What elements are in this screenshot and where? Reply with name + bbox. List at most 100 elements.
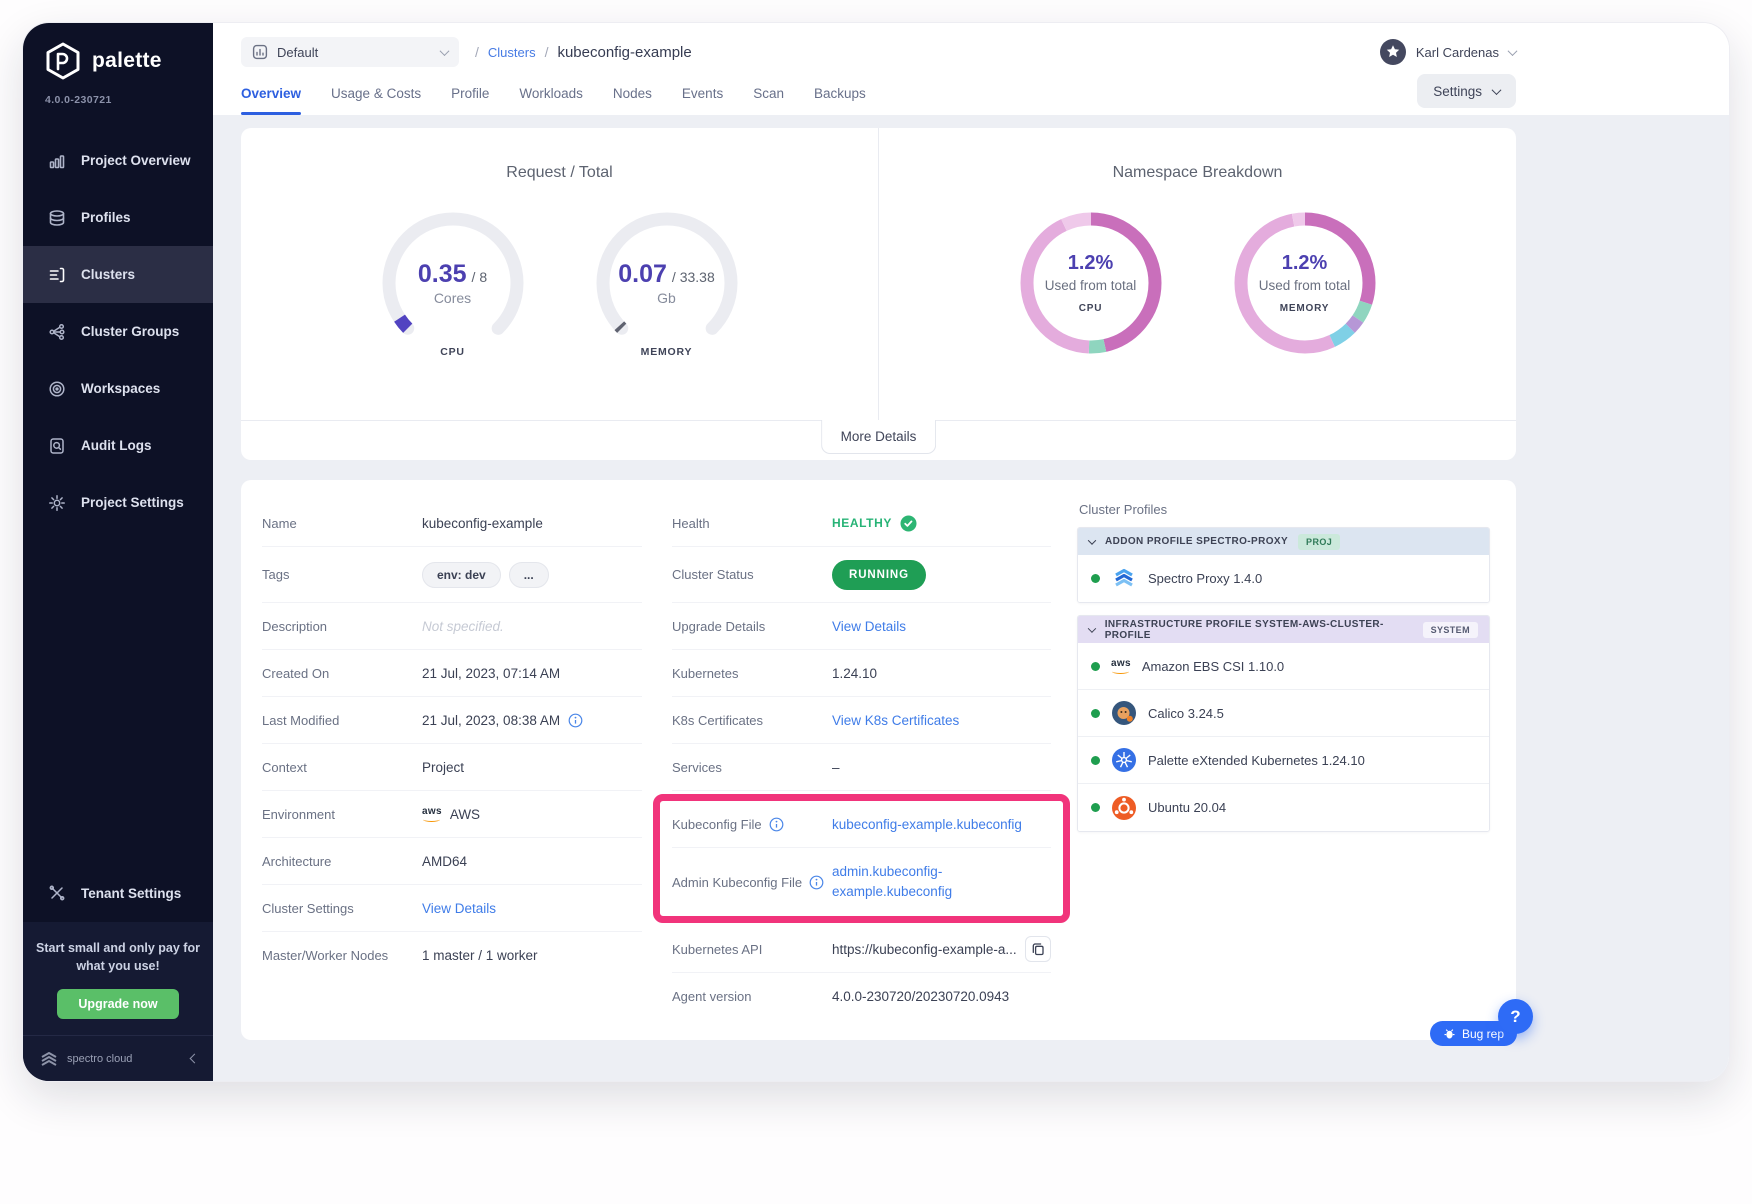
detail-label: Cluster Settings	[262, 901, 422, 916]
memory-gauge: 0.07 / 33.38 Gb MEMORY	[592, 208, 742, 358]
tab-overview[interactable]: Overview	[241, 86, 301, 115]
detail-label: Name	[262, 516, 422, 531]
pack-status-dot	[1091, 574, 1100, 583]
cluster-list-icon	[48, 266, 66, 284]
sidebar-item-label: Cluster Groups	[81, 324, 179, 339]
detail-row-upgrade-details: Upgrade Details View Details	[672, 603, 1051, 650]
gauges-row: 0.35 / 8 Cores CPU	[378, 208, 742, 358]
info-icon[interactable]	[809, 875, 824, 890]
project-selector[interactable]: Default	[241, 37, 459, 67]
gauge-center: 0.07 / 33.38 Gb	[592, 208, 742, 358]
detail-value: 1.24.10	[832, 666, 877, 681]
pack-name: Palette eXtended Kubernetes 1.24.10	[1148, 753, 1365, 768]
detail-row-health: Health HEALTHY	[672, 500, 1051, 547]
gauge-total: / 33.38	[672, 269, 715, 285]
bar-chart-icon	[48, 152, 66, 170]
brand-name: palette	[92, 49, 162, 73]
detail-label: Last Modified	[262, 713, 422, 728]
help-button[interactable]: ?	[1498, 999, 1533, 1034]
breadcrumb-separator: /	[475, 44, 479, 60]
user-menu[interactable]: Karl Cardenas	[1380, 39, 1516, 65]
sidebar-nav: Project Overview Profiles Clusters	[23, 132, 213, 531]
upgrade-details-link[interactable]: View Details	[832, 619, 906, 634]
gauge-label: MEMORY	[592, 346, 742, 358]
tab-workloads[interactable]: Workloads	[519, 86, 583, 115]
tab-scan[interactable]: Scan	[753, 86, 784, 115]
profile-pack-ubuntu[interactable]: Ubuntu 20.04	[1078, 784, 1489, 831]
tab-events[interactable]: Events	[682, 86, 723, 115]
tags-list: env: dev ...	[422, 562, 549, 588]
user-star-avatar-icon	[1380, 39, 1406, 65]
namespace-breakdown-panel: Namespace Breakdown	[879, 128, 1516, 420]
sidebar-item-project-settings[interactable]: Project Settings	[23, 474, 213, 531]
detail-row-cluster-settings: Cluster Settings View Details	[262, 885, 642, 932]
aws-logo-icon: aws	[422, 807, 442, 822]
sidebar-item-clusters[interactable]: Clusters	[23, 246, 213, 303]
detail-label: Created On	[262, 666, 422, 681]
chevron-down-icon	[1088, 536, 1096, 544]
database-icon	[48, 209, 66, 227]
request-total-panel: Request / Total 0.35	[241, 128, 879, 420]
detail-label: Cluster Status	[672, 567, 832, 582]
gauge-label: CPU	[378, 346, 528, 358]
sidebar-item-cluster-groups[interactable]: Cluster Groups	[23, 303, 213, 360]
tab-backups[interactable]: Backups	[814, 86, 866, 115]
tab-nodes[interactable]: Nodes	[613, 86, 652, 115]
admin-kubeconfig-file-link[interactable]: admin.kubeconfig-example.kubeconfig	[832, 862, 987, 903]
detail-value-wrap: https://kubeconfig-example-a...	[832, 936, 1051, 962]
collapse-sidebar-icon[interactable]	[190, 1054, 200, 1064]
tools-icon	[48, 884, 66, 902]
detail-row-context: Context Project	[262, 744, 642, 791]
sidebar-item-workspaces[interactable]: Workspaces	[23, 360, 213, 417]
upgrade-promo: Start small and only pay for what you us…	[23, 922, 213, 1036]
info-icon[interactable]	[769, 817, 784, 832]
addon-profile-header[interactable]: ADDON PROFILE SPECTRO-PROXY PROJ	[1078, 528, 1489, 555]
kubeconfig-file-link[interactable]: kubeconfig-example.kubeconfig	[832, 817, 1022, 832]
tab-profile[interactable]: Profile	[451, 86, 489, 115]
detail-label: Description	[262, 619, 422, 634]
detail-label: Kubeconfig File	[672, 817, 762, 832]
settings-button[interactable]: Settings	[1417, 74, 1516, 108]
chevron-down-icon	[1492, 85, 1502, 95]
tags-more-button[interactable]: ...	[509, 562, 549, 588]
sidebar-item-audit-logs[interactable]: Audit Logs	[23, 417, 213, 474]
detail-value: AMD64	[422, 854, 467, 869]
sidebar-item-project-overview[interactable]: Project Overview	[23, 132, 213, 189]
profile-pack-palette-extended-kubernetes[interactable]: Palette eXtended Kubernetes 1.24.10	[1078, 737, 1489, 784]
details-column-middle: Health HEALTHY Cluster Status	[672, 500, 1077, 1030]
detail-row-description: Description Not specified.	[262, 603, 642, 650]
sidebar-item-profiles[interactable]: Profiles	[23, 189, 213, 246]
profile-pack-amazon-ebs-csi[interactable]: aws Amazon EBS CSI 1.10.0	[1078, 643, 1489, 690]
profile-pack-spectro-proxy[interactable]: Spectro Proxy 1.4.0	[1078, 555, 1489, 602]
sidebar-item-label: Project Overview	[81, 153, 191, 168]
detail-row-environment: Environment aws AWS	[262, 791, 642, 838]
breadcrumb-clusters-link[interactable]: Clusters	[488, 45, 536, 60]
detail-row-kubernetes-api: Kubernetes API https://kubeconfig-exampl…	[672, 926, 1051, 973]
upgrade-now-button[interactable]: Upgrade now	[57, 989, 178, 1019]
detail-row-services: Services –	[672, 744, 1051, 791]
donut-center: 1.2% Used from total MEMORY	[1230, 208, 1380, 358]
sidebar-item-tenant-settings[interactable]: Tenant Settings	[23, 865, 213, 922]
profile-pack-calico[interactable]: Calico 3.24.5	[1078, 690, 1489, 737]
infrastructure-profile-header[interactable]: INFRASTRUCTURE PROFILE SYSTEM-AWS-CLUSTE…	[1078, 616, 1489, 643]
gauge-value: 0.35	[418, 260, 467, 289]
sidebar-item-label: Profiles	[81, 210, 131, 225]
detail-label-wrap: Kubeconfig File	[672, 817, 832, 832]
view-k8s-certificates-link[interactable]: View K8s Certificates	[832, 713, 959, 728]
chevron-down-icon	[1088, 624, 1096, 632]
pack-status-dot	[1091, 803, 1100, 812]
donut-percent: 1.2%	[1068, 252, 1114, 275]
sidebar: palette 4.0.0-230721 Project Overview	[23, 23, 213, 1081]
more-details-button[interactable]: More Details	[821, 420, 937, 454]
copy-button[interactable]	[1025, 936, 1051, 962]
view-details-link[interactable]: View Details	[422, 901, 496, 916]
detail-row-kubeconfig-file: Kubeconfig File kubeconfig-example.kubec…	[672, 801, 1051, 848]
info-icon[interactable]	[568, 713, 583, 728]
chevron-down-icon	[440, 46, 450, 56]
memory-namespace-donut: 1.2% Used from total MEMORY	[1230, 208, 1380, 358]
cluster-status-badge[interactable]: RUNNING	[832, 560, 926, 590]
tab-usage-costs[interactable]: Usage & Costs	[331, 86, 421, 115]
namespace-breakdown-title: Namespace Breakdown	[1113, 164, 1283, 182]
detail-label: Kubernetes API	[672, 942, 832, 957]
detail-row-k8s-certificates: K8s Certificates View K8s Certificates	[672, 697, 1051, 744]
